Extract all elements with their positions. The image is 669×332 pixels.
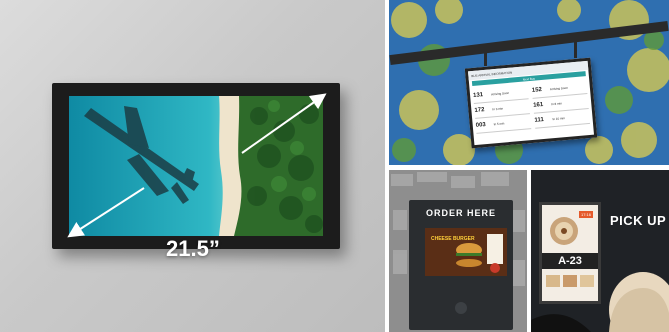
order-here-title: ORDER HERE [425,208,496,218]
wall-display-photo: 21.5” [0,0,385,332]
diagonal-arrow [67,93,327,238]
drive-thru-photo: ORDER HERE CHEESE BURGER [389,170,527,332]
wall-monitor: 21.5” [52,83,340,261]
pickup-photo: PICK UP 17:16 A-23 [531,170,669,332]
bus-stop-photo: BUS ARRIVAL INFORMATION Next Bus 131 Arr… [389,0,669,165]
bus-column-right: 152 Arriving Soon 161 In 8 min 111 In 10… [531,79,591,129]
customer-silhouette [531,272,669,332]
speaker-grille-icon [455,302,467,314]
menu-screen: CHEESE BURGER [425,228,507,276]
bus-info-screen: BUS ARRIVAL INFORMATION Next Bus 131 Arr… [464,57,598,149]
burger-promo-text: CHEESE BURGER [431,236,475,242]
screen-size-label: 21.5” [166,236,220,261]
order-kiosk: ORDER HERE CHEESE BURGER [409,200,513,330]
bus-column-left: 131 Arriving Soon 172 In 3 min 003 In 5 … [472,84,532,134]
